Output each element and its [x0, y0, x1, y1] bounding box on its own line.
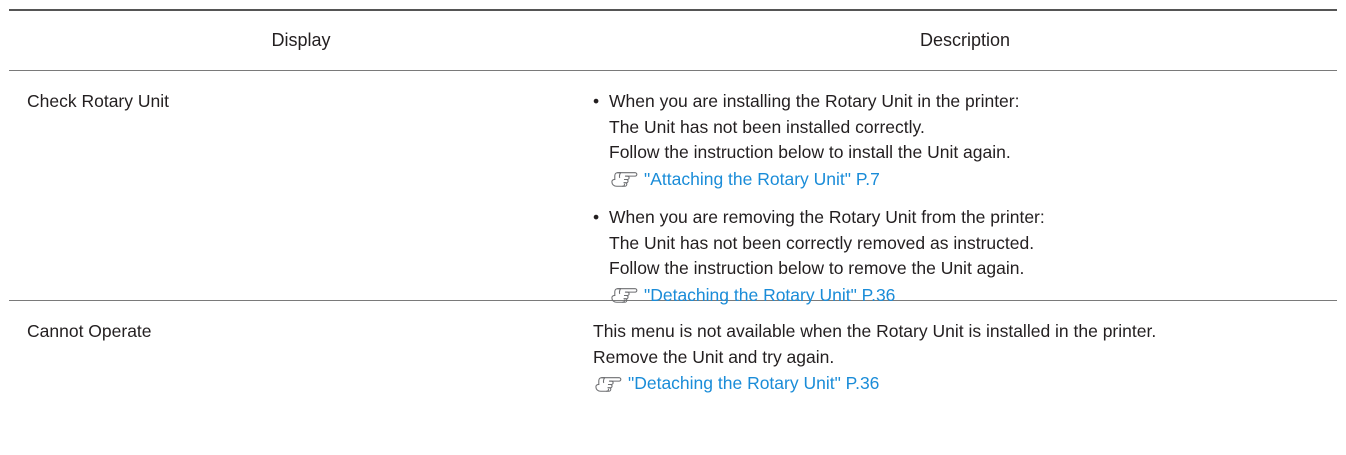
display-text: Check Rotary Unit — [27, 91, 169, 111]
reference-link-detaching[interactable]: "Detaching the Rotary Unit" P.36 — [628, 371, 879, 397]
description-line: Follow the instruction below to remove t… — [609, 258, 1025, 278]
description-cell: This menu is not available when the Rota… — [593, 301, 1337, 411]
reference-link-attaching[interactable]: "Attaching the Rotary Unit" P.7 — [644, 167, 880, 193]
reference-line: "Detaching the Rotary Unit" P.36 — [593, 371, 1337, 397]
bullet-item: • When you are installing the Rotary Uni… — [593, 89, 1337, 192]
display-cell: Check Rotary Unit — [9, 71, 593, 300]
pointing-hand-icon — [593, 375, 622, 393]
description-line: When you are installing the Rotary Unit … — [609, 91, 1020, 111]
table-row: Check Rotary Unit • When you are install… — [9, 71, 1337, 305]
bullet-item: • When you are removing the Rotary Unit … — [593, 205, 1337, 308]
description-cell: • When you are installing the Rotary Uni… — [593, 71, 1337, 305]
table-header-row: Display Description — [9, 11, 1337, 71]
description-line: Follow the instruction below to install … — [609, 142, 1011, 162]
bullet-marker: • — [593, 207, 600, 227]
display-text: Cannot Operate — [27, 321, 152, 341]
table-row: Cannot Operate This menu is not availabl… — [9, 301, 1337, 411]
reference-line: "Detaching the Rotary Unit" P.36 — [609, 283, 1337, 309]
error-message-table: Display Description Check Rotary Unit • … — [9, 9, 1337, 411]
description-line: The Unit has not been correctly removed … — [609, 232, 1035, 253]
pointing-hand-icon — [609, 170, 638, 188]
description-line: This menu is not available when the Rota… — [593, 321, 1157, 341]
description-line: The Unit has not been installed correctl… — [609, 116, 925, 137]
bullet-marker: • — [593, 91, 600, 111]
reference-line: "Attaching the Rotary Unit" P.7 — [609, 167, 1337, 193]
header-description: Description — [919, 30, 1011, 50]
description-line: When you are removing the Rotary Unit fr… — [609, 207, 1045, 227]
reference-link-detaching[interactable]: "Detaching the Rotary Unit" P.36 — [644, 283, 895, 309]
display-cell: Cannot Operate — [9, 301, 593, 411]
header-display: Display — [271, 30, 331, 50]
description-line: Remove the Unit and try again. — [593, 346, 835, 367]
pointing-hand-icon — [609, 286, 638, 304]
